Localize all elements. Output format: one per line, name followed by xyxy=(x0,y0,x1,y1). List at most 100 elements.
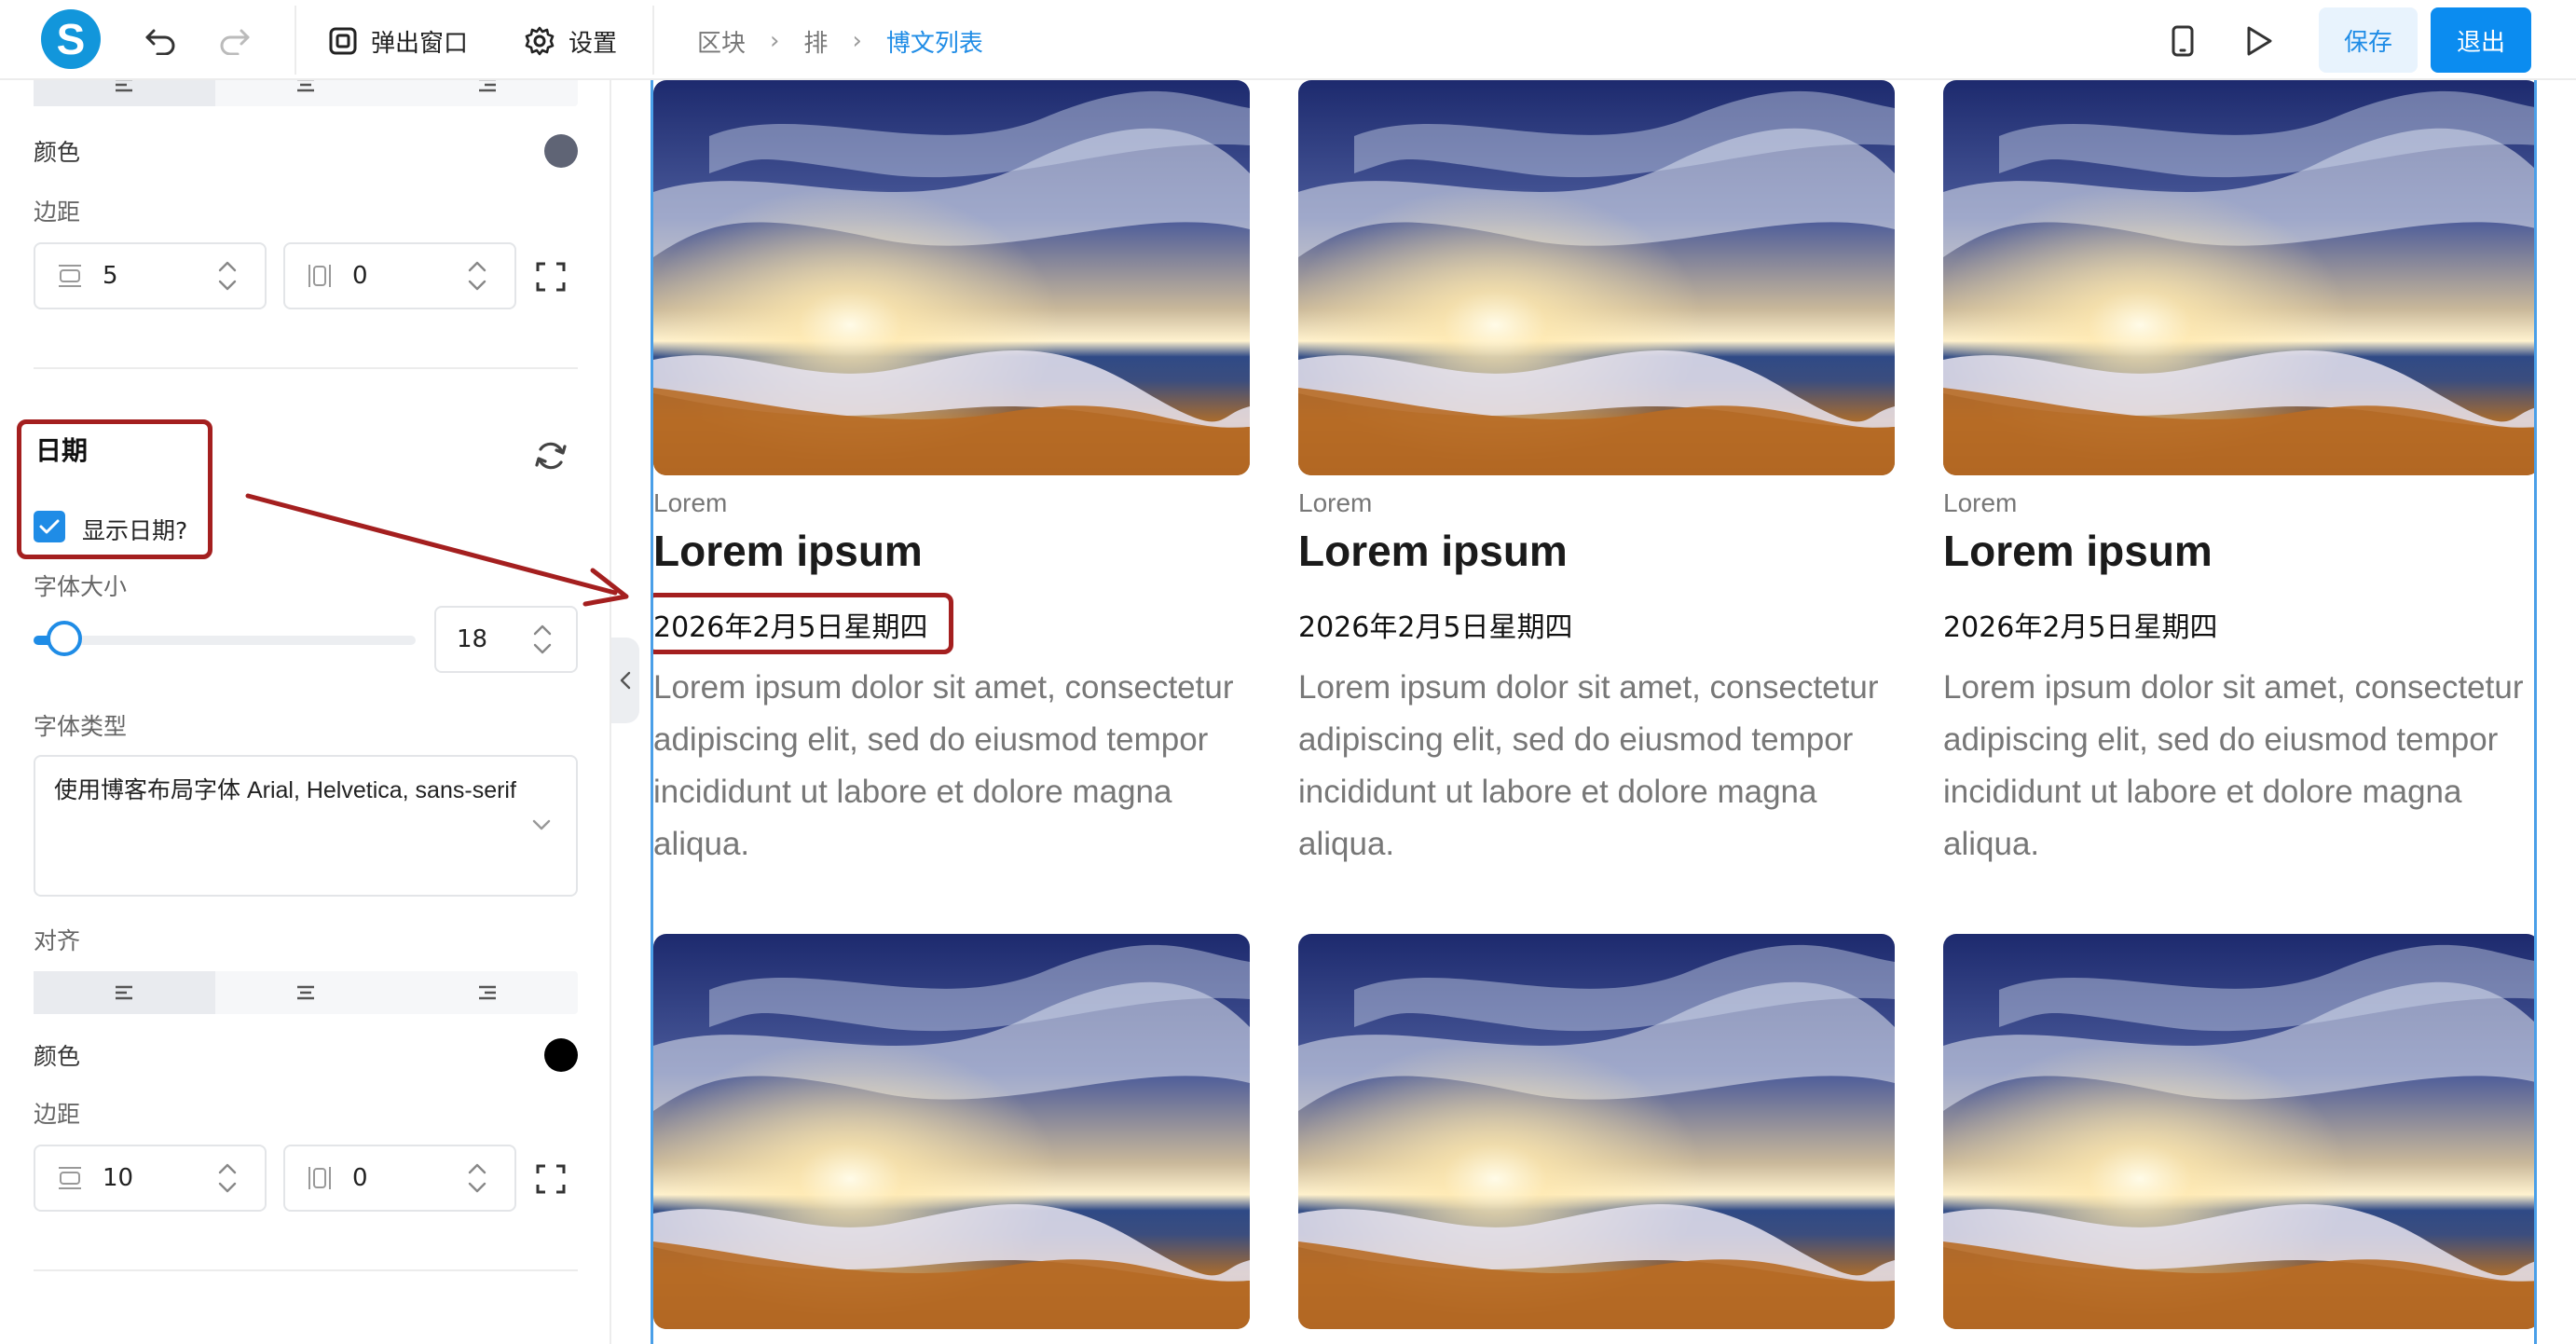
font-size-value: 18 xyxy=(457,625,488,653)
section-divider xyxy=(34,1269,578,1271)
margin-label: 边距 xyxy=(34,1101,81,1128)
post-excerpt: Lorem ipsum dolor sit amet, consectetur … xyxy=(1943,669,2524,862)
alignment-segmented-control xyxy=(34,971,578,1014)
align-left-icon xyxy=(116,80,133,92)
breadcrumb: 区块 › 排 › 博文列表 xyxy=(697,24,983,58)
align-left-icon xyxy=(116,985,133,1000)
chevron-right-icon: › xyxy=(770,27,780,55)
chevron-down-icon xyxy=(532,819,551,830)
toolbar-divider xyxy=(295,6,296,75)
post-title: Lorem ipsum xyxy=(653,527,923,575)
align-right-button[interactable] xyxy=(396,80,578,106)
font-type-value: 使用博客布局字体 Arial, Helvetica, sans-serif xyxy=(54,777,516,803)
refresh-icon[interactable] xyxy=(531,436,570,475)
align-center-icon xyxy=(297,985,314,1000)
settings-button[interactable]: 设置 xyxy=(524,19,617,63)
top-toolbar: S 弹出窗口 设置 区块 › 排 › 博文列表 保存 退出 xyxy=(0,0,2576,80)
margin-horizontal-value: 0 xyxy=(352,262,368,290)
align-center-button[interactable] xyxy=(215,80,397,106)
alignment-segmented-control xyxy=(34,80,578,106)
align-label: 对齐 xyxy=(34,927,81,954)
post-excerpt: Lorem ipsum dolor sit amet, consectetur … xyxy=(653,669,1234,862)
font-type-label: 字体类型 xyxy=(34,713,128,740)
post-image xyxy=(653,934,1250,1329)
post-title: Lorem ipsum xyxy=(1943,527,2213,575)
blog-post-card[interactable] xyxy=(653,934,1250,1329)
post-date: 2026年2月5日星期四 xyxy=(1943,611,2218,644)
stepper-icon[interactable] xyxy=(531,621,554,658)
section-divider xyxy=(34,367,578,369)
align-center-button[interactable] xyxy=(215,971,397,1014)
annotation-highlight-box xyxy=(653,593,953,654)
blog-post-card[interactable]: Lorem Lorem ipsum 2026年2月5日星期四 Lorem ipsum … xyxy=(653,80,1250,862)
margin-horizontal-value: 0 xyxy=(352,1164,368,1192)
align-right-icon xyxy=(478,80,496,92)
post-excerpt: Lorem ipsum dolor sit amet, consectetur … xyxy=(1298,669,1879,862)
post-category: Lorem xyxy=(653,488,728,517)
exit-button[interactable]: 退出 xyxy=(2431,7,2531,73)
margin-vertical-input[interactable]: 5 xyxy=(34,242,267,309)
breadcrumb-item[interactable]: 排 xyxy=(803,24,828,59)
vertical-margin-icon xyxy=(59,265,81,287)
post-title: Lorem ipsum xyxy=(1298,527,1568,575)
font-type-select[interactable]: 使用博客布局字体 Arial, Helvetica, sans-serif xyxy=(34,755,578,897)
post-image xyxy=(1943,934,2534,1329)
margin-vertical-value: 5 xyxy=(103,262,118,290)
stepper-icon[interactable] xyxy=(466,257,488,295)
font-size-input[interactable]: 18 xyxy=(434,606,578,673)
font-size-slider-thumb[interactable] xyxy=(46,621,82,656)
blog-post-card[interactable]: Lorem Lorem ipsum 2026年2月5日星期四 Lorem ipsum … xyxy=(1943,80,2534,862)
color-label: 颜色 xyxy=(34,1043,81,1070)
breadcrumb-item[interactable]: 区块 xyxy=(697,24,746,59)
stepper-icon[interactable] xyxy=(216,1159,239,1197)
align-right-button[interactable] xyxy=(396,971,578,1014)
expand-icon[interactable] xyxy=(535,261,567,293)
blog-post-card[interactable]: Lorem Lorem ipsum 2026年2月5日星期四 Lorem ipsum … xyxy=(1298,80,1895,862)
stepper-icon[interactable] xyxy=(216,257,239,295)
color-swatch[interactable] xyxy=(544,134,578,168)
horizontal-margin-icon xyxy=(308,1167,331,1189)
margin-label: 边距 xyxy=(34,199,81,226)
play-icon[interactable] xyxy=(2239,21,2280,62)
post-image xyxy=(1298,80,1895,475)
post-image xyxy=(1943,80,2534,475)
save-button[interactable]: 保存 xyxy=(2319,7,2418,73)
vertical-margin-icon xyxy=(59,1167,81,1189)
margin-horizontal-input[interactable]: 0 xyxy=(283,1145,516,1212)
color-swatch[interactable] xyxy=(544,1038,578,1072)
undo-icon[interactable] xyxy=(140,21,181,62)
toolbar-divider xyxy=(652,6,654,75)
post-image xyxy=(653,80,1250,475)
color-label: 颜色 xyxy=(34,139,81,166)
align-left-button[interactable] xyxy=(34,971,215,1014)
chevron-right-icon: › xyxy=(852,27,862,55)
settings-panel: 颜色 边距 5 0 日期 显示日期? 字体大小 18 字体类型 使用博客布局字体… xyxy=(0,80,611,1344)
mobile-preview-icon[interactable] xyxy=(2162,21,2203,62)
horizontal-margin-icon xyxy=(308,265,331,287)
expand-icon[interactable] xyxy=(535,1163,567,1195)
font-size-slider-track[interactable] xyxy=(34,636,416,645)
settings-label: 设置 xyxy=(569,29,618,58)
margin-vertical-input[interactable]: 10 xyxy=(34,1145,267,1212)
align-right-icon xyxy=(478,985,496,1000)
popup-window-icon xyxy=(329,27,357,55)
blog-post-card[interactable] xyxy=(1298,934,1895,1329)
page-builder: S 弹出窗口 设置 区块 › 排 › 博文列表 保存 退出 颜色 边距 5 0 … xyxy=(0,0,2576,1344)
post-date: 2026年2月5日星期四 xyxy=(1298,611,1573,644)
app-logo[interactable]: S xyxy=(41,9,101,69)
post-image xyxy=(1298,934,1895,1329)
redo-icon[interactable] xyxy=(214,21,255,62)
align-center-icon xyxy=(297,80,314,92)
popup-window-button[interactable]: 弹出窗口 xyxy=(328,19,468,63)
breadcrumb-current: 博文列表 xyxy=(885,29,983,58)
gear-icon xyxy=(525,26,555,56)
collapse-panel-button[interactable] xyxy=(611,638,639,723)
font-size-label: 字体大小 xyxy=(34,573,128,600)
annotation-highlight-box xyxy=(17,419,212,559)
popup-window-label: 弹出窗口 xyxy=(371,29,469,58)
margin-horizontal-input[interactable]: 0 xyxy=(283,242,516,309)
stepper-icon[interactable] xyxy=(466,1159,488,1197)
post-category: Lorem xyxy=(1298,488,1373,517)
blog-post-card[interactable] xyxy=(1943,934,2534,1329)
align-left-button[interactable] xyxy=(34,80,215,106)
